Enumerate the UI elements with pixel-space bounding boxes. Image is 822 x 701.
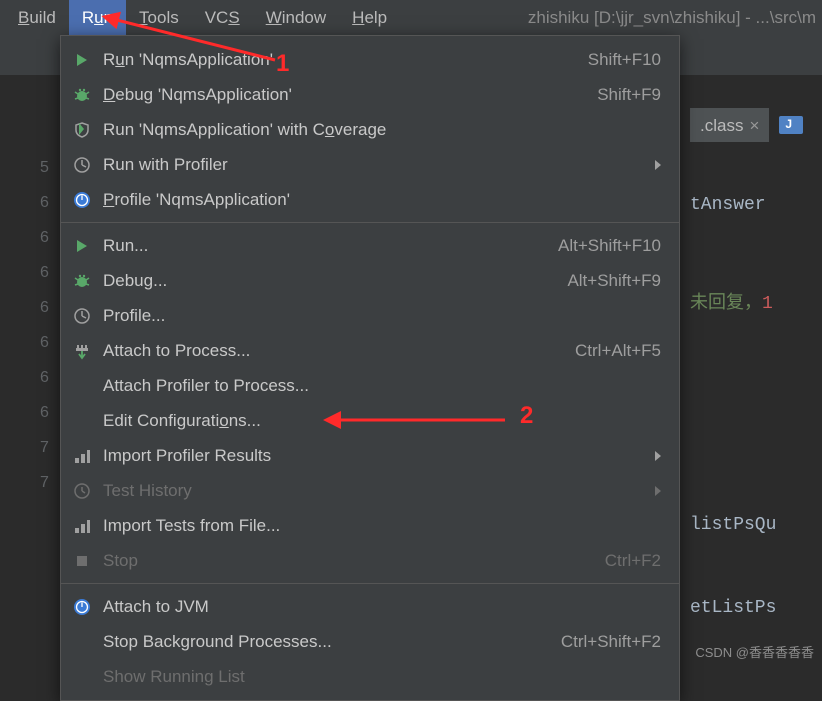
menu-item[interactable]: Stop Background Processes... Ctrl+Shift+F… (61, 624, 679, 659)
menu-shortcut: Alt+Shift+F9 (567, 271, 661, 291)
java-file-icon[interactable] (779, 116, 803, 134)
menu-window[interactable]: Window (253, 0, 339, 35)
menu-shortcut: Ctrl+F2 (605, 551, 661, 571)
coverage-icon (71, 119, 93, 141)
menu-shortcut: Shift+F10 (588, 50, 661, 70)
play-icon (71, 49, 93, 71)
code-fragment: tAnswer (690, 195, 766, 215)
menu-item[interactable]: Profile... (61, 298, 679, 333)
menu-item-label: Attach to JVM (103, 597, 661, 617)
menu-item-label: Stop Background Processes... (103, 632, 541, 652)
menu-item-label: Import Profiler Results (103, 446, 643, 466)
profile-icon (71, 189, 93, 211)
close-icon[interactable]: × (749, 116, 759, 136)
blank-icon (71, 410, 93, 432)
menu-help[interactable]: Help (339, 0, 400, 35)
profiler-icon (71, 154, 93, 176)
clock-icon (71, 480, 93, 502)
menubar: Build Run Tools VCS Window Help zhishiku… (0, 0, 822, 35)
menu-item[interactable]: Run... Alt+Shift+F10 (61, 228, 679, 263)
menu-item: Test History (61, 473, 679, 508)
menu-item[interactable]: Import Tests from File... (61, 508, 679, 543)
menu-item-label: Test History (103, 481, 643, 501)
menu-item: Show Running List (61, 659, 679, 694)
menu-tools[interactable]: Tools (126, 0, 192, 35)
tab-label: .class (700, 116, 743, 136)
menu-item[interactable]: Attach to Process... Ctrl+Alt+F5 (61, 333, 679, 368)
menu-item-label: Attach Profiler to Process... (103, 376, 661, 396)
menu-item[interactable]: Debug... Alt+Shift+F9 (61, 263, 679, 298)
menu-separator (61, 583, 679, 584)
chevron-right-icon (655, 486, 661, 496)
menu-shortcut: Alt+Shift+F10 (558, 236, 661, 256)
annotation-number-2: 2 (520, 402, 533, 430)
menu-item-label: Debug... (103, 271, 547, 291)
menu-shortcut: Ctrl+Alt+F5 (575, 341, 661, 361)
code-fragment: listPsQu (690, 515, 776, 535)
code-fragment: 未回复，1 (690, 288, 773, 314)
menu-item-label: Run 'NqmsApplication' with Coverage (103, 120, 661, 140)
menu-item-label: Profile... (103, 306, 661, 326)
menu-run[interactable]: Run (69, 0, 126, 35)
menu-item[interactable]: Run with Profiler (61, 147, 679, 182)
menu-item[interactable]: Edit Configurations... (61, 403, 679, 438)
menu-item-label: Import Tests from File... (103, 516, 661, 536)
menu-item[interactable]: Import Profiler Results (61, 438, 679, 473)
window-title: zhishiku [D:\jjr_svn\zhishiku] - ...\src… (400, 0, 822, 35)
menu-shortcut: Shift+F9 (597, 85, 661, 105)
bug-icon (71, 84, 93, 106)
run-menu-dropdown: Run 'NqmsApplication' Shift+F10 Debug 'Nqm… (60, 35, 680, 701)
menu-item[interactable]: Run 'NqmsApplication' with Coverage (61, 112, 679, 147)
menu-item-label: Debug 'NqmsApplication' (103, 85, 577, 105)
menu-item-label: Run... (103, 236, 538, 256)
menu-item-label: Run 'NqmsApplication' (103, 50, 568, 70)
blank-icon (71, 375, 93, 397)
profiler-icon (71, 305, 93, 327)
import-icon (71, 515, 93, 537)
bug-icon (71, 270, 93, 292)
gutter: 5 6 6 6 6 6 6 6 7 7 (40, 150, 49, 500)
blank-icon (71, 631, 93, 653)
menu-item-label: Show Running List (103, 667, 661, 687)
import-icon (71, 445, 93, 467)
menu-item-label: Run with Profiler (103, 155, 643, 175)
menu-item-label: Attach to Process... (103, 341, 555, 361)
attach-icon (71, 340, 93, 362)
menu-item[interactable]: Debug 'NqmsApplication' Shift+F9 (61, 77, 679, 112)
menu-item[interactable]: Run 'NqmsApplication' Shift+F10 (61, 42, 679, 77)
editor-tab[interactable]: .class × (690, 108, 769, 142)
menu-item[interactable]: Profile 'NqmsApplication' (61, 182, 679, 217)
chevron-right-icon (655, 160, 661, 170)
menu-item[interactable]: Attach to JVM (61, 589, 679, 624)
annotation-number-1: 1 (276, 50, 289, 78)
menu-item-label: Edit Configurations... (103, 411, 661, 431)
menu-shortcut: Ctrl+Shift+F2 (561, 632, 661, 652)
chevron-right-icon (655, 451, 661, 461)
watermark: CSDN @香香香香香 (695, 642, 814, 661)
menu-separator (61, 222, 679, 223)
code-fragment: etListPs (690, 598, 776, 618)
menu-item: Stop Ctrl+F2 (61, 543, 679, 578)
menu-item[interactable]: Attach Profiler to Process... (61, 368, 679, 403)
menu-build[interactable]: Build (5, 0, 69, 35)
stop-icon (71, 550, 93, 572)
profile-icon (71, 596, 93, 618)
play-icon (71, 235, 93, 257)
menu-vcs[interactable]: VCS (192, 0, 253, 35)
menu-item-label: Stop (103, 551, 585, 571)
menu-item-label: Profile 'NqmsApplication' (103, 190, 661, 210)
